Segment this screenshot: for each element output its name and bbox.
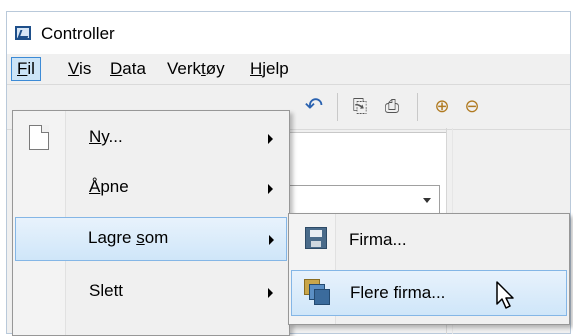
app-icon <box>15 26 31 40</box>
zoom-out-icon[interactable]: ⊖ <box>461 95 483 117</box>
submenu-arrow-icon <box>269 235 274 245</box>
menu-vis-rest: is <box>79 59 92 78</box>
menu-fil-mnemonic: F <box>17 59 28 78</box>
menu-vis-mnemonic: V <box>68 59 80 78</box>
print-icon[interactable]: ⎙ <box>381 95 403 117</box>
menu-item-apne-rest: pne <box>100 177 129 196</box>
submenu-arrow-icon <box>268 134 273 144</box>
title-bar: Controller <box>7 12 570 56</box>
new-document-icon <box>29 125 49 150</box>
menu-fil-rest: il <box>27 59 35 78</box>
menu-item-ny[interactable]: Ny... <box>15 117 287 161</box>
chevron-down-icon <box>423 198 431 203</box>
submenu-arrow-icon <box>268 288 273 298</box>
menu-data-mnemonic: D <box>110 59 123 78</box>
menu-verktoy[interactable]: Verktøy <box>162 57 230 81</box>
submenu-item-firma[interactable]: Firma... <box>291 218 567 264</box>
menu-item-slett[interactable]: Slett <box>15 271 287 315</box>
window-title: Controller <box>41 24 115 43</box>
menu-fil[interactable]: Fil <box>11 57 41 81</box>
menu-item-ny-label: Ny... <box>89 127 123 147</box>
multi-company-icon <box>304 279 330 305</box>
menu-hjelp-rest: jelp <box>262 59 289 78</box>
menu-item-lagre-som-label: Lagre som <box>88 228 168 248</box>
mouse-cursor-icon <box>496 281 514 309</box>
submenu-item-flere-firma[interactable]: Flere firma... <box>291 270 567 316</box>
menu-item-apne[interactable]: Åpne <box>15 167 287 211</box>
menu-item-ny-mnemonic: N <box>89 127 102 146</box>
menu-item-slett-label: Slett <box>89 281 124 300</box>
menu-item-lagre-som[interactable]: Lagre som <box>15 217 287 261</box>
submenu-item-firma-label: Firma... <box>349 230 407 249</box>
menu-hjelp[interactable]: Hjelp <box>245 57 294 81</box>
menu-item-lagre-som-rest: om <box>144 228 169 247</box>
menu-vis[interactable]: Vis <box>63 57 96 81</box>
menu-hjelp-mnemonic: H <box>250 59 263 78</box>
menu-item-lagre-som-mnemonic: s <box>136 228 145 247</box>
menu-item-ny-rest: y... <box>101 127 123 146</box>
menu-item-lagre-som-pre: Lagre <box>88 228 137 247</box>
copy-icon[interactable]: ⎘ <box>349 95 371 117</box>
file-menu: Ny... Åpne Lagre som Slett <box>12 110 290 336</box>
toolbar-separator <box>337 93 338 121</box>
toolbar-separator <box>417 93 418 121</box>
menu-item-apne-mnemonic: Å <box>89 177 101 196</box>
menu-data-rest: ata <box>122 59 146 78</box>
menu-item-apne-label: Åpne <box>89 177 129 197</box>
undo-icon[interactable]: ↶ <box>303 95 325 117</box>
menu-data[interactable]: Data <box>105 57 151 81</box>
menu-bar: Fil Vis Data Verktøy Hjelp <box>7 54 570 83</box>
submenu-arrow-icon <box>268 184 273 194</box>
submenu-item-flere-firma-label: Flere firma... <box>350 283 446 302</box>
save-as-submenu: Firma... Flere firma... <box>288 213 570 325</box>
menu-verktoy-pre: Verk <box>167 59 202 78</box>
zoom-in-icon[interactable]: ⊕ <box>431 95 453 117</box>
menu-verktoy-rest: øy <box>205 59 225 78</box>
save-icon <box>305 227 327 249</box>
